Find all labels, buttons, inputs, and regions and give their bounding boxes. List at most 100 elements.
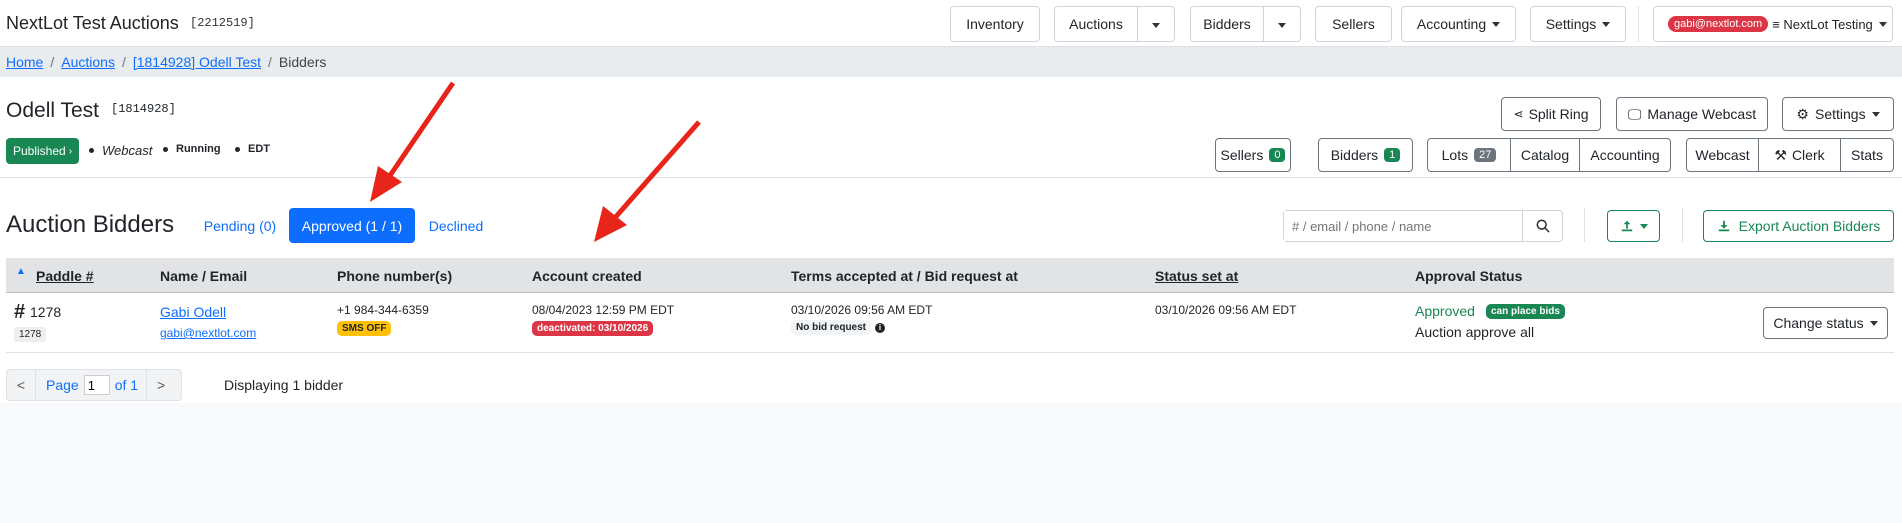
accounting-dropdown[interactable]: Accounting bbox=[1401, 6, 1516, 42]
sellers-button[interactable]: Sellers bbox=[1315, 6, 1392, 42]
tab-approved[interactable]: Approved (1 / 1) bbox=[289, 208, 415, 243]
col-account: Account created bbox=[532, 268, 642, 284]
export-label: Export Auction Bidders bbox=[1738, 218, 1881, 234]
page-title: Odell Test bbox=[6, 99, 99, 122]
breadcrumb-auctions[interactable]: Auctions bbox=[61, 54, 115, 70]
accounting-label: Accounting bbox=[1416, 16, 1487, 32]
section-title: Auction Bidders bbox=[6, 211, 175, 238]
sellers-count-label: Sellers bbox=[1220, 147, 1264, 163]
inventory-label: Inventory bbox=[966, 16, 1024, 32]
displaying-count: Displaying 1 bidder bbox=[224, 377, 344, 393]
export-bidders-button[interactable]: Export Auction Bidders bbox=[1703, 210, 1894, 242]
manage-webcast-label: Manage Webcast bbox=[1647, 106, 1757, 122]
breadcrumb-separator: / bbox=[268, 54, 272, 70]
page-number-input[interactable] bbox=[83, 375, 110, 395]
col-approval: Approval Status bbox=[1415, 268, 1523, 284]
top-navbar: NextLot Test Auctions [2212519] Inventor… bbox=[0, 0, 1902, 47]
timezone-label: EDT bbox=[248, 143, 270, 155]
breadcrumb-separator: / bbox=[50, 54, 55, 70]
bidders-dropdown-toggle[interactable] bbox=[1264, 16, 1300, 32]
breadcrumb: Home / Auctions / [1814928] Odell Test /… bbox=[0, 47, 1902, 77]
published-label: Published bbox=[13, 144, 66, 158]
running-label: Running bbox=[176, 143, 221, 155]
clerk-button[interactable]: ⚒ Clerk bbox=[1759, 139, 1841, 171]
tab-pending[interactable]: Pending (0) bbox=[203, 208, 277, 243]
chevron-down-icon bbox=[1871, 111, 1880, 117]
change-status-dropdown[interactable]: Change status bbox=[1763, 307, 1888, 339]
search-button[interactable] bbox=[1522, 211, 1562, 241]
accounting-section-label: Accounting bbox=[1590, 147, 1660, 163]
user-org: ≡ NextLot Testing bbox=[1772, 16, 1873, 32]
auctions-button[interactable]: Auctions bbox=[1055, 16, 1137, 32]
breadcrumb-home[interactable]: Home bbox=[6, 54, 43, 70]
can-place-bids-badge: can place bids bbox=[1486, 304, 1565, 319]
split-ring-button[interactable]: ⋖ Split Ring bbox=[1501, 97, 1601, 131]
col-phone: Phone number(s) bbox=[337, 268, 453, 284]
info-icon[interactable]: i bbox=[875, 322, 886, 333]
page-of-label: of 1 bbox=[114, 377, 139, 393]
settings-label: Settings bbox=[1545, 16, 1597, 32]
col-status-set[interactable]: Status set at bbox=[1155, 268, 1238, 284]
import-dropdown[interactable] bbox=[1607, 210, 1660, 242]
breadcrumb-auction[interactable]: [1814928] Odell Test bbox=[133, 54, 261, 70]
prev-page-button[interactable]: < bbox=[7, 377, 35, 393]
auction-sections-group: Lots 27 Catalog Accounting bbox=[1427, 138, 1671, 172]
chevron-down-icon bbox=[1878, 21, 1887, 27]
bidders-button[interactable]: Bidders bbox=[1191, 16, 1263, 32]
running-meta: Running bbox=[163, 143, 221, 155]
approval-note: Auction approve all bbox=[1415, 324, 1535, 340]
webcast-button[interactable]: Webcast bbox=[1687, 139, 1759, 171]
next-page-button[interactable]: > bbox=[147, 377, 175, 393]
tab-declined[interactable]: Declined bbox=[426, 208, 486, 243]
paddle-number: 1278 bbox=[30, 304, 62, 320]
split-ring-label: Split Ring bbox=[1528, 106, 1589, 122]
bidder-email-link[interactable]: gabi@nextlot.com bbox=[160, 326, 256, 340]
sellers-count-button[interactable]: Sellers 0 bbox=[1215, 138, 1291, 172]
sort-asc-icon[interactable]: ▲ bbox=[16, 266, 26, 277]
nav-divider bbox=[1638, 6, 1639, 42]
chevron-down-icon bbox=[1278, 22, 1286, 28]
auction-settings-dropdown[interactable]: ⚙ Settings bbox=[1782, 97, 1894, 131]
chevron-down-icon bbox=[1492, 21, 1501, 27]
chevron-right-icon: › bbox=[68, 145, 73, 157]
inventory-button[interactable]: Inventory bbox=[950, 6, 1040, 42]
timezone-meta: EDT bbox=[235, 143, 270, 155]
bid-request-badge: No bid request bbox=[791, 320, 872, 335]
catalog-label: Catalog bbox=[1520, 147, 1570, 163]
user-menu[interactable]: gabi@nextlot.com ≡ NextLot Testing bbox=[1653, 6, 1893, 42]
auction-id: [1814928] bbox=[111, 102, 176, 116]
webcast-label: Webcast bbox=[102, 143, 153, 158]
chevron-down-icon bbox=[1639, 223, 1648, 229]
terms-accepted-at: 03/10/2026 09:56 AM EDT bbox=[791, 303, 933, 317]
manage-webcast-button[interactable]: 🖵 Manage Webcast bbox=[1616, 97, 1768, 131]
stats-button[interactable]: Stats bbox=[1841, 139, 1893, 171]
change-status-label: Change status bbox=[1773, 315, 1864, 331]
paddle-hash: # bbox=[14, 301, 26, 323]
catalog-button[interactable]: Catalog bbox=[1511, 139, 1580, 171]
bidders-button-group: Bidders bbox=[1190, 6, 1301, 42]
bidders-count-button[interactable]: Bidders 1 bbox=[1318, 138, 1413, 172]
sms-off-badge: SMS OFF bbox=[337, 321, 392, 336]
settings-dropdown[interactable]: Settings bbox=[1530, 6, 1626, 42]
col-name: Name / Email bbox=[160, 268, 248, 284]
accounting-button[interactable]: Accounting bbox=[1580, 139, 1670, 171]
page-label: Page bbox=[46, 377, 79, 393]
bidder-name-link[interactable]: Gabi Odell bbox=[160, 304, 226, 320]
bidder-phone: +1 984-344-6359 bbox=[337, 303, 429, 317]
lots-button[interactable]: Lots 27 bbox=[1428, 139, 1511, 171]
main-content: Auction Bidders Pending (0) Approved (1 … bbox=[0, 178, 1902, 523]
auction-header: Odell Test [1814928] Published › Webcast … bbox=[0, 77, 1902, 178]
auctions-dropdown-toggle[interactable] bbox=[1138, 16, 1174, 32]
toolbar-divider bbox=[1682, 208, 1683, 242]
brand-title[interactable]: NextLot Test Auctions bbox=[6, 13, 179, 34]
chevron-down-icon bbox=[1152, 22, 1160, 28]
bidders-panel: Auction Bidders Pending (0) Approved (1 … bbox=[0, 178, 1902, 403]
col-paddle[interactable]: Paddle # bbox=[36, 268, 94, 284]
bidders-count-label: Bidders bbox=[1330, 147, 1379, 163]
user-email-badge: gabi@nextlot.com bbox=[1668, 16, 1769, 32]
search-input[interactable] bbox=[1284, 211, 1522, 241]
breadcrumb-current: Bidders bbox=[278, 54, 327, 70]
published-badge[interactable]: Published › bbox=[6, 138, 80, 164]
upload-icon bbox=[1621, 220, 1632, 232]
auction-settings-label: Settings bbox=[1814, 106, 1866, 122]
